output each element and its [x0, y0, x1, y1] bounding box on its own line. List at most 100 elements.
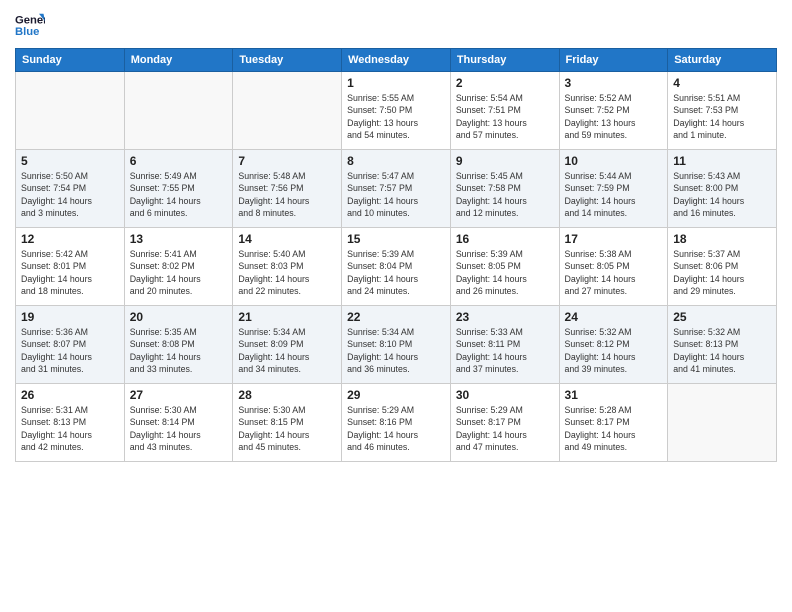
day-info: Sunrise: 5:30 AM Sunset: 8:14 PM Dayligh…	[130, 404, 228, 453]
calendar-cell: 10 Sunrise: 5:44 AM Sunset: 7:59 PM Dayli…	[559, 150, 668, 228]
calendar-cell: 15 Sunrise: 5:39 AM Sunset: 8:04 PM Dayli…	[342, 228, 451, 306]
calendar-cell	[233, 72, 342, 150]
week-row-5: 26 Sunrise: 5:31 AM Sunset: 8:13 PM Dayli…	[16, 384, 777, 462]
day-number: 25	[673, 310, 771, 324]
calendar-cell: 14Sunrise: 5:40 AM Sunset: 8:03 PM Dayli…	[233, 228, 342, 306]
day-info: Sunrise: 5:54 AM Sunset: 7:51 PM Dayligh…	[456, 92, 554, 141]
calendar-cell: 23Sunrise: 5:33 AM Sunset: 8:11 PM Dayli…	[450, 306, 559, 384]
day-number: 1	[347, 76, 445, 90]
day-info: Sunrise: 5:32 AM Sunset: 8:12 PM Dayligh…	[565, 326, 663, 375]
day-info: Sunrise: 5:55 AM Sunset: 7:50 PM Dayligh…	[347, 92, 445, 141]
calendar-cell: 1 Sunrise: 5:55 AM Sunset: 7:50 PM Daylig…	[342, 72, 451, 150]
calendar-cell: 16 Sunrise: 5:39 AM Sunset: 8:05 PM Dayli…	[450, 228, 559, 306]
day-header-saturday: Saturday	[668, 49, 777, 72]
calendar-cell: 5 Sunrise: 5:50 AM Sunset: 7:54 PM Daylig…	[16, 150, 125, 228]
day-number: 24	[565, 310, 663, 324]
day-header-monday: Monday	[124, 49, 233, 72]
day-info: Sunrise: 5:43 AM Sunset: 8:00 PM Dayligh…	[673, 170, 771, 219]
calendar-cell	[16, 72, 125, 150]
day-number: 10	[565, 154, 663, 168]
day-number: 15	[347, 232, 445, 246]
day-info: Sunrise: 5:32 AM Sunset: 8:13 PM Dayligh…	[673, 326, 771, 375]
header: General Blue	[15, 10, 777, 40]
day-number: 20	[130, 310, 228, 324]
day-number: 2	[456, 76, 554, 90]
calendar-cell: 12 Sunrise: 5:42 AM Sunset: 8:01 PM Dayli…	[16, 228, 125, 306]
calendar-cell: 8 Sunrise: 5:47 AM Sunset: 7:57 PM Daylig…	[342, 150, 451, 228]
calendar-cell: 21 Sunrise: 5:34 AM Sunset: 8:09 PM Dayli…	[233, 306, 342, 384]
day-info: Sunrise: 5:29 AM Sunset: 8:16 PM Dayligh…	[347, 404, 445, 453]
day-number: 31	[565, 388, 663, 402]
logo-icon: General Blue	[15, 10, 45, 40]
day-header-thursday: Thursday	[450, 49, 559, 72]
day-header-sunday: Sunday	[16, 49, 125, 72]
day-number: 23	[456, 310, 554, 324]
day-number: 9	[456, 154, 554, 168]
day-header-wednesday: Wednesday	[342, 49, 451, 72]
day-number: 28	[238, 388, 336, 402]
day-info: Sunrise: 5:44 AM Sunset: 7:59 PM Dayligh…	[565, 170, 663, 219]
calendar-cell: 24 Sunrise: 5:32 AM Sunset: 8:12 PM Dayli…	[559, 306, 668, 384]
day-number: 16	[456, 232, 554, 246]
logo: General Blue	[15, 10, 47, 40]
calendar-table: SundayMondayTuesdayWednesdayThursdayFrid…	[15, 48, 777, 462]
calendar-cell	[668, 384, 777, 462]
day-info: Sunrise: 5:29 AM Sunset: 8:17 PM Dayligh…	[456, 404, 554, 453]
day-info: Sunrise: 5:34 AM Sunset: 8:09 PM Dayligh…	[238, 326, 336, 375]
day-header-friday: Friday	[559, 49, 668, 72]
day-header-tuesday: Tuesday	[233, 49, 342, 72]
day-number: 14	[238, 232, 336, 246]
calendar-cell: 4Sunrise: 5:51 AM Sunset: 7:53 PM Daylig…	[668, 72, 777, 150]
calendar-cell: 18Sunrise: 5:37 AM Sunset: 8:06 PM Dayli…	[668, 228, 777, 306]
calendar-cell: 28 Sunrise: 5:30 AM Sunset: 8:15 PM Dayli…	[233, 384, 342, 462]
day-info: Sunrise: 5:50 AM Sunset: 7:54 PM Dayligh…	[21, 170, 119, 219]
day-info: Sunrise: 5:34 AM Sunset: 8:10 PM Dayligh…	[347, 326, 445, 375]
calendar-cell: 31 Sunrise: 5:28 AM Sunset: 8:17 PM Dayli…	[559, 384, 668, 462]
day-number: 29	[347, 388, 445, 402]
calendar-cell	[124, 72, 233, 150]
week-row-1: 1 Sunrise: 5:55 AM Sunset: 7:50 PM Daylig…	[16, 72, 777, 150]
day-number: 30	[456, 388, 554, 402]
day-number: 5	[21, 154, 119, 168]
svg-text:General: General	[15, 15, 45, 27]
day-info: Sunrise: 5:42 AM Sunset: 8:01 PM Dayligh…	[21, 248, 119, 297]
day-number: 17	[565, 232, 663, 246]
week-row-2: 5 Sunrise: 5:50 AM Sunset: 7:54 PM Daylig…	[16, 150, 777, 228]
day-info: Sunrise: 5:52 AM Sunset: 7:52 PM Dayligh…	[565, 92, 663, 141]
calendar-header-row: SundayMondayTuesdayWednesdayThursdayFrid…	[16, 49, 777, 72]
day-info: Sunrise: 5:39 AM Sunset: 8:05 PM Dayligh…	[456, 248, 554, 297]
page: General Blue SundayMondayTuesdayWednesda…	[0, 0, 792, 612]
day-info: Sunrise: 5:49 AM Sunset: 7:55 PM Dayligh…	[130, 170, 228, 219]
day-info: Sunrise: 5:51 AM Sunset: 7:53 PM Dayligh…	[673, 92, 771, 141]
calendar-cell: 25 Sunrise: 5:32 AM Sunset: 8:13 PM Dayli…	[668, 306, 777, 384]
day-info: Sunrise: 5:47 AM Sunset: 7:57 PM Dayligh…	[347, 170, 445, 219]
calendar-cell: 3 Sunrise: 5:52 AM Sunset: 7:52 PM Daylig…	[559, 72, 668, 150]
calendar-cell: 6Sunrise: 5:49 AM Sunset: 7:55 PM Daylig…	[124, 150, 233, 228]
day-number: 7	[238, 154, 336, 168]
day-info: Sunrise: 5:30 AM Sunset: 8:15 PM Dayligh…	[238, 404, 336, 453]
calendar-cell: 9 Sunrise: 5:45 AM Sunset: 7:58 PM Daylig…	[450, 150, 559, 228]
calendar-cell: 2 Sunrise: 5:54 AM Sunset: 7:51 PM Daylig…	[450, 72, 559, 150]
day-info: Sunrise: 5:28 AM Sunset: 8:17 PM Dayligh…	[565, 404, 663, 453]
day-number: 3	[565, 76, 663, 90]
day-info: Sunrise: 5:31 AM Sunset: 8:13 PM Dayligh…	[21, 404, 119, 453]
day-info: Sunrise: 5:36 AM Sunset: 8:07 PM Dayligh…	[21, 326, 119, 375]
day-number: 27	[130, 388, 228, 402]
day-number: 8	[347, 154, 445, 168]
calendar-cell: 29 Sunrise: 5:29 AM Sunset: 8:16 PM Dayli…	[342, 384, 451, 462]
calendar-cell: 7Sunrise: 5:48 AM Sunset: 7:56 PM Daylig…	[233, 150, 342, 228]
calendar-cell: 30 Sunrise: 5:29 AM Sunset: 8:17 PM Dayli…	[450, 384, 559, 462]
day-number: 26	[21, 388, 119, 402]
calendar-cell: 13Sunrise: 5:41 AM Sunset: 8:02 PM Dayli…	[124, 228, 233, 306]
calendar-cell: 11Sunrise: 5:43 AM Sunset: 8:00 PM Dayli…	[668, 150, 777, 228]
day-number: 12	[21, 232, 119, 246]
day-info: Sunrise: 5:41 AM Sunset: 8:02 PM Dayligh…	[130, 248, 228, 297]
day-info: Sunrise: 5:45 AM Sunset: 7:58 PM Dayligh…	[456, 170, 554, 219]
week-row-3: 12 Sunrise: 5:42 AM Sunset: 8:01 PM Dayli…	[16, 228, 777, 306]
day-number: 19	[21, 310, 119, 324]
day-info: Sunrise: 5:37 AM Sunset: 8:06 PM Dayligh…	[673, 248, 771, 297]
day-info: Sunrise: 5:39 AM Sunset: 8:04 PM Dayligh…	[347, 248, 445, 297]
day-info: Sunrise: 5:38 AM Sunset: 8:05 PM Dayligh…	[565, 248, 663, 297]
day-number: 21	[238, 310, 336, 324]
calendar-cell: 27 Sunrise: 5:30 AM Sunset: 8:14 PM Dayli…	[124, 384, 233, 462]
